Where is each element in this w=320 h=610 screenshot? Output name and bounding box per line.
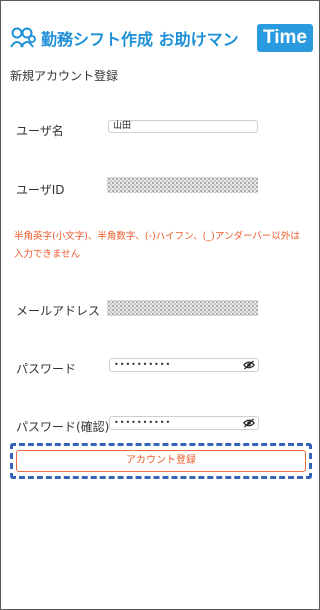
brand-badge: Time [257, 24, 313, 52]
validation-error-message: 半角英字(小文字)、半角数字、(-)ハイフン、(_)アンダーバー以外は入力できま… [14, 231, 300, 260]
password-value: •••••••••• [114, 360, 172, 369]
password-input[interactable]: •••••••••• [109, 358, 259, 372]
app-frame: 勤務シフト作成 お助けマン Time 新規アカウント登録 ユーザ名 山田 ユーザ… [0, 0, 320, 610]
password-confirm-value: •••••••••• [114, 418, 172, 427]
people-logo-icon [10, 27, 36, 48]
user-id-label: ユーザID [16, 183, 65, 197]
password-label: パスワード [16, 362, 77, 376]
register-account-button[interactable]: アカウント登録 [16, 450, 306, 472]
email-input[interactable] [107, 300, 258, 316]
eye-slash-icon[interactable] [243, 418, 255, 428]
username-input[interactable]: 山田 [108, 120, 258, 133]
page-title: 新規アカウント登録 [10, 69, 119, 83]
password-confirm-label: パスワード(確認) [16, 420, 110, 434]
email-label: メールアドレス [16, 304, 101, 318]
eye-slash-icon[interactable] [243, 360, 255, 370]
app-header: 勤務シフト作成 お助けマン Time [9, 23, 313, 53]
username-label: ユーザ名 [16, 124, 64, 138]
user-id-input[interactable] [107, 177, 258, 193]
brand-title: 勤務シフト作成 お助けマン [41, 30, 239, 49]
password-confirm-input[interactable]: •••••••••• [109, 416, 259, 430]
